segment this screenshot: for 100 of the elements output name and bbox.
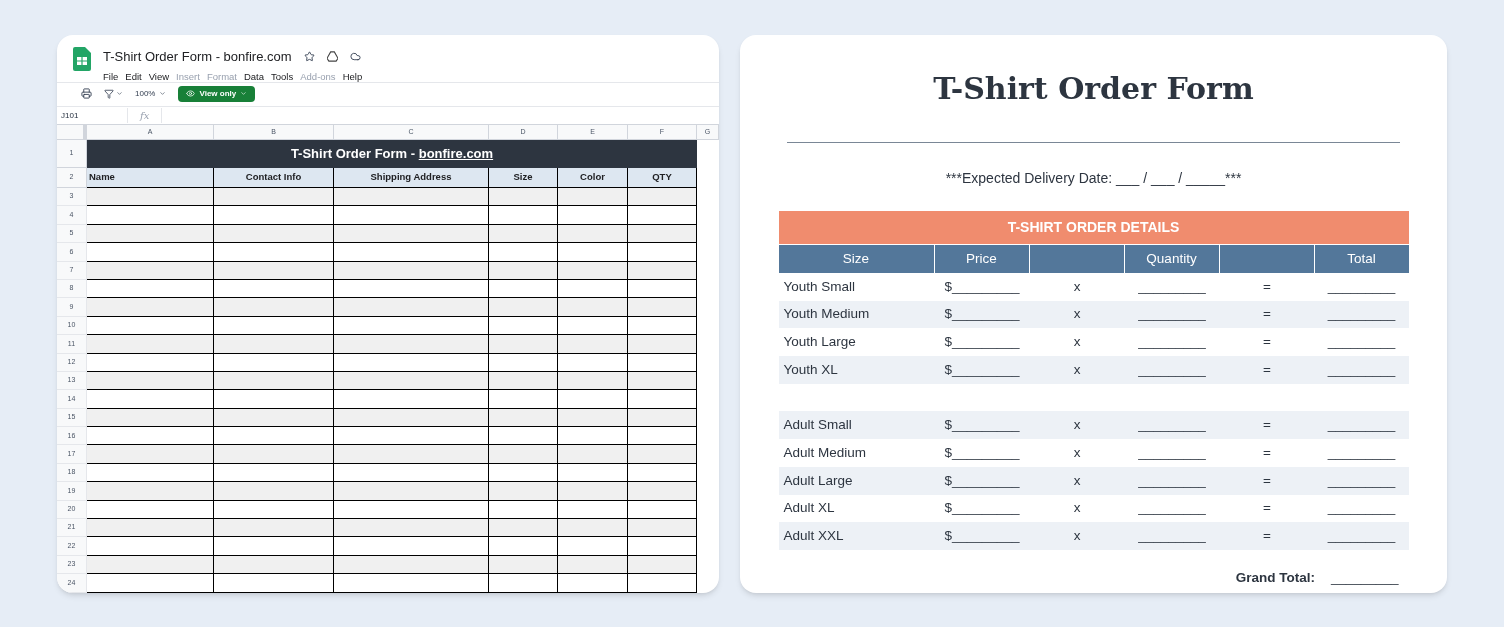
- table-cell[interactable]: [87, 427, 214, 446]
- table-cell[interactable]: [87, 574, 214, 593]
- table-cell[interactable]: [558, 427, 628, 446]
- table-cell[interactable]: [214, 427, 334, 446]
- table-cell[interactable]: [334, 574, 489, 593]
- menu-item[interactable]: Edit: [125, 69, 142, 84]
- menu-item[interactable]: View: [148, 69, 170, 84]
- table-cell[interactable]: [558, 188, 628, 207]
- quantity-blank: _________: [1137, 471, 1207, 490]
- table-cell[interactable]: [558, 537, 628, 556]
- table-cell[interactable]: [489, 445, 558, 464]
- table-cell[interactable]: [558, 519, 628, 538]
- table-cell[interactable]: [334, 298, 489, 317]
- table-cell[interactable]: [87, 537, 214, 556]
- times-sign: x: [1072, 360, 1082, 379]
- table-cell[interactable]: [558, 243, 628, 262]
- table-cell[interactable]: [214, 243, 334, 262]
- table-cell[interactable]: [214, 298, 334, 317]
- print-icon[interactable]: [81, 88, 92, 99]
- quantity-blank: _________: [1137, 443, 1207, 462]
- menu-item[interactable]: File: [103, 69, 119, 84]
- table-cell[interactable]: [558, 482, 628, 501]
- table-cell[interactable]: [489, 335, 558, 354]
- menu-item[interactable]: Help: [342, 69, 363, 84]
- table-cell[interactable]: [558, 298, 628, 317]
- table-cell[interactable]: [489, 574, 558, 593]
- table-cell[interactable]: [214, 445, 334, 464]
- table-cell[interactable]: [334, 427, 489, 446]
- table-cell[interactable]: [87, 335, 214, 354]
- table-cell[interactable]: [489, 519, 558, 538]
- table-cell[interactable]: [214, 188, 334, 207]
- bonfire-link[interactable]: bonfire.com: [418, 146, 494, 162]
- table-cell[interactable]: [628, 390, 697, 409]
- table-cell[interactable]: [334, 390, 489, 409]
- table-cell[interactable]: [489, 390, 558, 409]
- view-only-button[interactable]: View only: [178, 85, 256, 102]
- table-cell[interactable]: [87, 298, 214, 317]
- table-cell[interactable]: [87, 482, 214, 501]
- total-blank: _________: [1326, 443, 1397, 462]
- times-sign: x: [1072, 499, 1082, 518]
- table-cell[interactable]: [214, 206, 334, 225]
- table-cell[interactable]: [628, 335, 697, 354]
- star-icon[interactable]: [303, 51, 315, 63]
- total-blank: _________: [1326, 471, 1397, 490]
- menu-item[interactable]: Data: [243, 69, 265, 84]
- filter-icon[interactable]: [104, 88, 114, 99]
- table-cell[interactable]: [628, 188, 697, 207]
- table-cell[interactable]: [334, 335, 489, 354]
- table-cell[interactable]: [334, 243, 489, 262]
- caret-icon[interactable]: [116, 90, 123, 97]
- table-cell[interactable]: [489, 427, 558, 446]
- table-cell[interactable]: [489, 243, 558, 262]
- table-cell[interactable]: [489, 482, 558, 501]
- name-box[interactable]: J101: [57, 109, 127, 122]
- table-cell[interactable]: [489, 537, 558, 556]
- table-cell[interactable]: [214, 335, 334, 354]
- equals-sign: =: [1262, 471, 1272, 490]
- table-cell[interactable]: [489, 188, 558, 207]
- table-cell[interactable]: [628, 206, 697, 225]
- table-cell[interactable]: [87, 390, 214, 409]
- table-cell[interactable]: [87, 445, 214, 464]
- table-cell[interactable]: [558, 335, 628, 354]
- table-cell[interactable]: [214, 482, 334, 501]
- table-cell[interactable]: [628, 298, 697, 317]
- table-cell[interactable]: [628, 537, 697, 556]
- drive-icon[interactable]: [326, 51, 338, 63]
- table-cell[interactable]: [334, 519, 489, 538]
- table-cell[interactable]: [334, 445, 489, 464]
- table-cell[interactable]: [87, 206, 214, 225]
- table-cell[interactable]: [87, 243, 214, 262]
- quantity-blank: _________: [1137, 360, 1207, 379]
- table-cell[interactable]: [334, 482, 489, 501]
- table-cell[interactable]: [489, 206, 558, 225]
- table-cell[interactable]: [334, 537, 489, 556]
- table-cell[interactable]: [87, 519, 214, 538]
- table-cell[interactable]: [489, 298, 558, 317]
- times-sign: x: [1072, 416, 1082, 435]
- table-cell[interactable]: [334, 206, 489, 225]
- table-cell[interactable]: [628, 519, 697, 538]
- document-title: T-Shirt Order Form - bonfire.com: [103, 48, 292, 66]
- menu-item[interactable]: Tools: [271, 69, 294, 84]
- table-cell[interactable]: [628, 427, 697, 446]
- cloud-icon[interactable]: [349, 51, 361, 63]
- table-cell[interactable]: [628, 243, 697, 262]
- table-cell[interactable]: [214, 390, 334, 409]
- table-cell[interactable]: [628, 445, 697, 464]
- table-cell[interactable]: [558, 445, 628, 464]
- zoom-selector[interactable]: 100%: [135, 87, 156, 100]
- table-cell[interactable]: [628, 482, 697, 501]
- table-cell[interactable]: [214, 537, 334, 556]
- quantity-blank: _________: [1137, 277, 1207, 296]
- table-cell[interactable]: [334, 188, 489, 207]
- table-cell[interactable]: [558, 206, 628, 225]
- size-label: Adult XXL: [782, 526, 845, 545]
- table-cell[interactable]: [558, 574, 628, 593]
- table-cell[interactable]: [628, 574, 697, 593]
- table-cell[interactable]: [558, 390, 628, 409]
- table-cell[interactable]: [214, 574, 334, 593]
- table-cell[interactable]: [214, 519, 334, 538]
- table-cell[interactable]: [87, 188, 214, 207]
